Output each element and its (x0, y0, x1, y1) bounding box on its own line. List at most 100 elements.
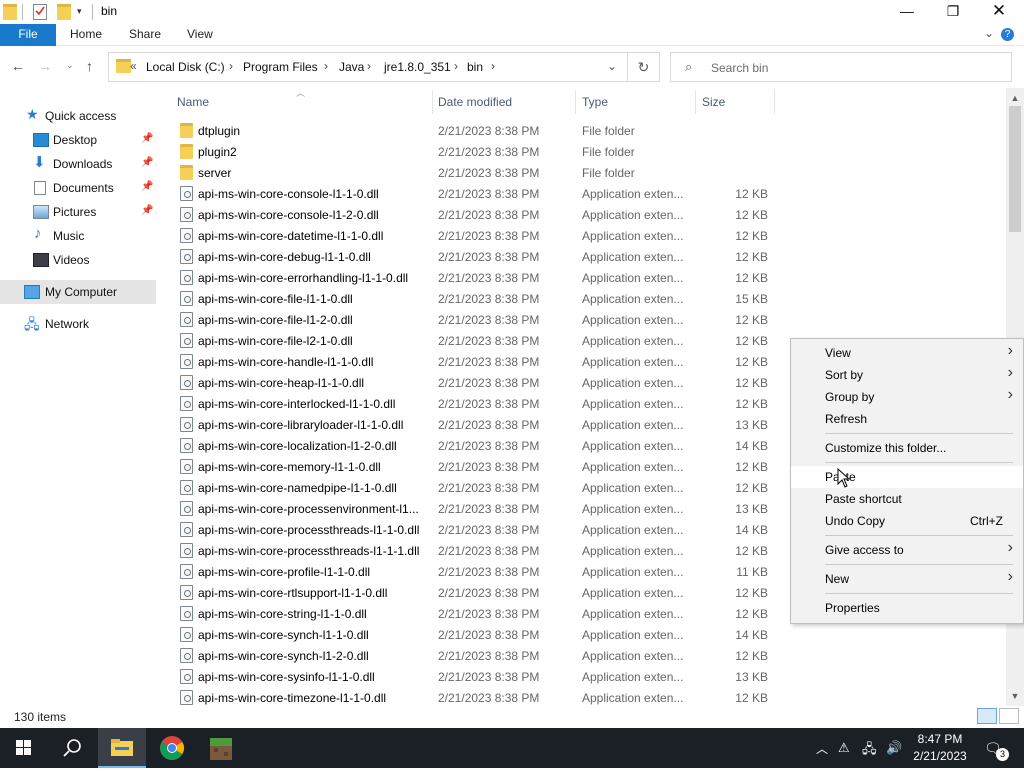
column-divider[interactable] (774, 90, 775, 114)
help-icon[interactable]: ? (1001, 28, 1014, 41)
menu-item-give-access-to[interactable]: Give access to › (791, 539, 1023, 561)
security-warning-icon[interactable]: ⚠ (838, 740, 850, 756)
tab-view[interactable]: View (173, 24, 227, 46)
taskbar-minecraft[interactable] (197, 728, 245, 768)
tab-home[interactable]: Home (56, 24, 116, 46)
menu-item-properties[interactable]: Properties (791, 597, 1023, 619)
file-row[interactable]: server 2/21/2023 8:38 PM File folder (170, 162, 780, 183)
breadcrumb-java[interactable]: Java (339, 60, 364, 74)
minimize-button[interactable]: — (884, 0, 930, 24)
tab-share[interactable]: Share (115, 24, 175, 46)
start-button[interactable] (0, 728, 48, 768)
chevron-right-icon[interactable]: › (229, 59, 233, 73)
sidebar-item-music[interactable]: ♪ Music (0, 224, 156, 248)
file-row[interactable]: api-ms-win-core-console-l1-1-0.dll 2/21/2… (170, 183, 780, 204)
file-row[interactable]: api-ms-win-core-handle-l1-1-0.dll 2/21/20… (170, 351, 780, 372)
file-row[interactable]: api-ms-win-core-synch-l1-1-0.dll 2/21/202… (170, 624, 780, 645)
file-row[interactable]: api-ms-win-core-localization-l1-2-0.dll 2… (170, 435, 780, 456)
pin-icon[interactable]: 📌 (141, 157, 153, 168)
file-row[interactable]: api-ms-win-core-debug-l1-1-0.dll 2/21/202… (170, 246, 780, 267)
file-row[interactable]: api-ms-win-core-errorhandling-l1-1-0.dll… (170, 267, 780, 288)
menu-item-paste-shortcut[interactable]: Paste shortcut (791, 488, 1023, 510)
menu-item-group-by[interactable]: Group by › (791, 386, 1023, 408)
menu-item-refresh[interactable]: Refresh (791, 408, 1023, 430)
breadcrumb-bin[interactable]: bin (467, 60, 483, 74)
file-row[interactable]: api-ms-win-core-heap-l1-1-0.dll 2/21/2023… (170, 372, 780, 393)
pin-icon[interactable]: 📌 (141, 133, 153, 144)
system-clock[interactable]: 8:47 PM 2/21/2023 (908, 731, 972, 765)
sidebar-item-documents[interactable]: Documents 📌 (0, 176, 156, 200)
address-history-chevron-icon[interactable]: ⌄ (607, 59, 617, 73)
details-view-icon[interactable] (977, 708, 997, 724)
breadcrumb-local-disk[interactable]: Local Disk (C:) (146, 60, 225, 74)
file-row[interactable]: plugin2 2/21/2023 8:38 PM File folder (170, 141, 780, 162)
column-header-type[interactable]: Type (582, 95, 608, 109)
file-row[interactable]: api-ms-win-core-profile-l1-1-0.dll 2/21/2… (170, 561, 780, 582)
scroll-up-icon[interactable]: ▲ (1006, 90, 1024, 106)
menu-item-new[interactable]: New › (791, 568, 1023, 590)
refresh-icon[interactable]: ↻ (627, 53, 659, 81)
file-row[interactable]: api-ms-win-core-timezone-l1-1-0.dll 2/21/… (170, 687, 780, 706)
file-row[interactable]: api-ms-win-core-synch-l1-2-0.dll 2/21/202… (170, 645, 780, 666)
close-button[interactable]: ✕ (976, 0, 1022, 24)
file-row[interactable]: api-ms-win-core-console-l1-2-0.dll 2/21/2… (170, 204, 780, 225)
taskbar-file-explorer[interactable] (98, 728, 146, 768)
new-folder-icon[interactable] (57, 4, 71, 20)
file-row[interactable]: api-ms-win-core-processthreads-l1-1-0.dl… (170, 519, 780, 540)
address-bar[interactable]: « Local Disk (C:) › Program Files › Java… (108, 52, 660, 82)
taskbar-search-button[interactable] (48, 728, 96, 768)
file-row[interactable]: api-ms-win-core-file-l1-1-0.dll 2/21/2023… (170, 288, 780, 309)
file-row[interactable]: api-ms-win-core-interlocked-l1-1-0.dll 2/… (170, 393, 780, 414)
sidebar-item-network[interactable]: 🖧 Network (0, 312, 156, 336)
sidebar-item-quick-access[interactable]: ★ Quick access (0, 104, 156, 128)
forward-arrow-icon[interactable]: → (38, 58, 52, 74)
file-row[interactable]: api-ms-win-core-namedpipe-l1-1-0.dll 2/21… (170, 477, 780, 498)
customize-toolbar-chevron-icon[interactable]: ▾ (77, 6, 82, 22)
file-row[interactable]: api-ms-win-core-processenvironment-l1...… (170, 498, 780, 519)
sidebar-item-videos[interactable]: Videos (0, 248, 156, 272)
pin-icon[interactable]: 📌 (141, 205, 153, 216)
column-header-size[interactable]: Size (702, 95, 725, 109)
chevron-right-icon[interactable]: › (491, 59, 495, 73)
menu-item-customize-this-folder[interactable]: Customize this folder... (791, 437, 1023, 459)
sidebar-item-pictures[interactable]: Pictures 📌 (0, 200, 156, 224)
column-header-name[interactable]: Name (177, 95, 209, 109)
chevron-right-icon[interactable]: › (367, 59, 371, 73)
file-row[interactable]: api-ms-win-core-sysinfo-l1-1-0.dll 2/21/2… (170, 666, 780, 687)
file-row[interactable]: api-ms-win-core-processthreads-l1-1-1.dl… (170, 540, 780, 561)
search-input[interactable]: Search bin (711, 61, 768, 75)
expand-ribbon-chevron-icon[interactable]: ⌄ (984, 26, 994, 40)
menu-item-view[interactable]: View › (791, 342, 1023, 364)
file-row[interactable]: api-ms-win-core-rtlsupport-l1-1-0.dll 2/2… (170, 582, 780, 603)
chevron-right-icon[interactable]: › (454, 59, 458, 73)
menu-item-undo-copy[interactable]: Undo Copy Ctrl+Z (791, 510, 1023, 532)
search-box[interactable]: ⌕ Search bin (670, 52, 1012, 82)
sidebar-item-desktop[interactable]: Desktop 📌 (0, 128, 156, 152)
file-row[interactable]: api-ms-win-core-string-l1-1-0.dll 2/21/20… (170, 603, 780, 624)
file-row[interactable]: api-ms-win-core-memory-l1-1-0.dll 2/21/20… (170, 456, 780, 477)
file-row[interactable]: api-ms-win-core-datetime-l1-1-0.dll 2/21/… (170, 225, 780, 246)
column-header-date[interactable]: Date modified (438, 95, 512, 109)
sidebar-item-my-computer[interactable]: My Computer (0, 280, 156, 304)
file-row[interactable]: api-ms-win-core-file-l1-2-0.dll 2/21/2023… (170, 309, 780, 330)
taskbar-chrome[interactable] (148, 728, 196, 768)
breadcrumb-jre[interactable]: jre1.8.0_351 (384, 60, 451, 74)
back-arrow-icon[interactable]: ← (11, 58, 25, 74)
column-divider[interactable] (575, 90, 576, 114)
breadcrumb-program-files[interactable]: Program Files (243, 60, 318, 74)
column-divider[interactable] (432, 90, 433, 114)
recent-locations-chevron-icon[interactable]: ⌄ (66, 60, 74, 71)
up-arrow-icon[interactable]: ↑ (86, 58, 93, 74)
show-hidden-icons-chevron-icon[interactable]: ︿ (816, 740, 828, 757)
file-row[interactable]: api-ms-win-core-file-l2-1-0.dll 2/21/2023… (170, 330, 780, 351)
file-row[interactable]: dtplugin 2/21/2023 8:38 PM File folder (170, 120, 780, 141)
menu-item-sort-by[interactable]: Sort by › (791, 364, 1023, 386)
chevron-right-icon[interactable]: › (324, 59, 328, 73)
large-icons-view-icon[interactable] (999, 708, 1019, 724)
pin-icon[interactable]: 📌 (141, 181, 153, 192)
maximize-button[interactable]: ❐ (930, 0, 976, 24)
network-status-icon[interactable]: 🖧 (862, 740, 877, 762)
properties-icon[interactable] (33, 4, 47, 20)
tab-file[interactable]: File (0, 24, 56, 46)
column-divider[interactable] (695, 90, 696, 114)
